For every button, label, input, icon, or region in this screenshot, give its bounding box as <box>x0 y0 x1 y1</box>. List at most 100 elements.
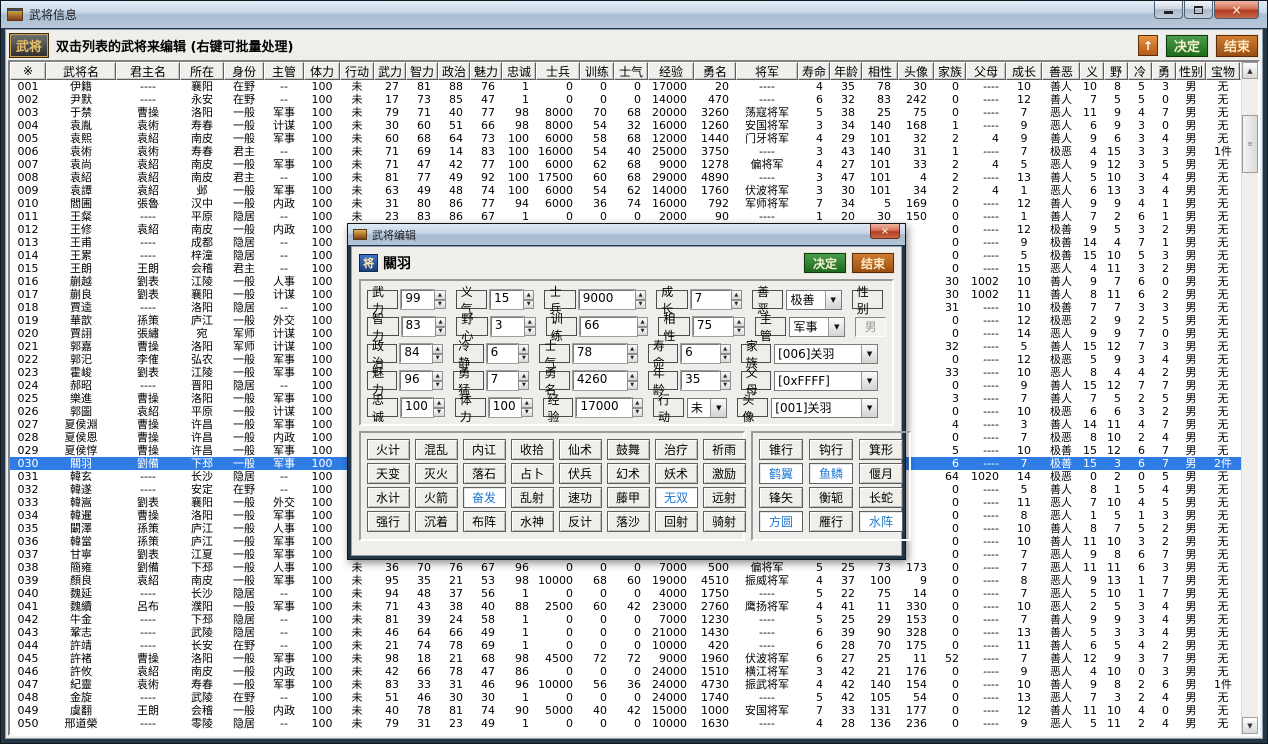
combo-arrow-icon[interactable]: ▼ <box>861 345 877 363</box>
table-row[interactable]: 011王粲----平原隐居--100未238386671000200090---… <box>10 210 1241 223</box>
formation-button[interactable]: 水阵 <box>859 511 903 532</box>
column-header[interactable]: 相性 <box>862 62 898 80</box>
stat-input[interactable]: 9000 <box>579 290 635 309</box>
skill-button[interactable]: 内讧 <box>463 439 506 460</box>
spin-up-button[interactable]: ▲ <box>518 371 529 381</box>
table-row[interactable]: 047紀靈袁術寿春一般军事100未83333146961000056362400… <box>10 678 1241 691</box>
combo-box[interactable]: [001]关羽▼ <box>771 398 878 418</box>
skill-button[interactable]: 治疗 <box>655 439 698 460</box>
skill-button[interactable]: 激励 <box>703 463 746 484</box>
skill-button[interactable]: 无双 <box>655 487 698 508</box>
skill-button[interactable]: 藤甲 <box>607 487 650 508</box>
spin-down-button[interactable]: ▼ <box>720 354 731 364</box>
stat-input[interactable]: 66 <box>580 317 636 336</box>
stat-input[interactable]: 35 <box>681 371 720 390</box>
spin-down-button[interactable]: ▼ <box>627 354 638 364</box>
spin-down-button[interactable]: ▼ <box>434 300 446 310</box>
spin-up-button[interactable]: ▲ <box>435 317 447 327</box>
skill-button[interactable]: 天变 <box>367 463 410 484</box>
column-header[interactable]: 勇 <box>1152 62 1176 80</box>
spin-up-button[interactable]: ▲ <box>521 398 532 408</box>
spin-up-button[interactable]: ▲ <box>432 371 443 381</box>
combo-arrow-icon[interactable]: ▼ <box>861 399 877 417</box>
spin-down-button[interactable]: ▼ <box>518 381 529 391</box>
table-row[interactable]: 050邢道榮----零陵隐居--100未79312349100010000163… <box>10 717 1241 730</box>
column-header[interactable]: 父母 <box>966 62 1006 80</box>
skill-button[interactable]: 反计 <box>559 511 602 532</box>
table-row[interactable]: 049虞翻王朗会稽一般内政100未40788174905000404215000… <box>10 704 1241 717</box>
stat-input[interactable]: 96 <box>400 371 432 390</box>
column-header[interactable]: 主管 <box>264 62 304 80</box>
column-header[interactable]: 年龄 <box>830 62 862 80</box>
table-row[interactable]: 009袁譚袁紹邺一般军事100未634948741006000546214000… <box>10 184 1241 197</box>
spin-down-button[interactable]: ▼ <box>733 327 745 337</box>
stat-input[interactable]: 4260 <box>573 371 627 390</box>
skill-button[interactable]: 混乱 <box>415 439 458 460</box>
spin-down-button[interactable]: ▼ <box>635 300 647 310</box>
up-button[interactable]: ↑ <box>1138 35 1158 56</box>
combo-box[interactable]: 极善▼ <box>786 290 841 310</box>
stat-input[interactable]: 75 <box>693 317 733 336</box>
skill-button[interactable]: 落石 <box>463 463 506 484</box>
end-button[interactable]: 结束 <box>1216 35 1258 57</box>
spin-down-button[interactable]: ▼ <box>433 408 444 418</box>
spin-down-button[interactable]: ▼ <box>521 408 532 418</box>
dialog-close-button[interactable]: × <box>870 224 900 239</box>
column-header[interactable]: 家族 <box>934 62 966 80</box>
column-header[interactable]: 宝物 <box>1206 62 1240 80</box>
skill-button[interactable]: 幻术 <box>607 463 650 484</box>
combo-arrow-icon[interactable]: ▼ <box>825 291 841 309</box>
spin-up-button[interactable]: ▲ <box>523 290 535 300</box>
stat-input[interactable]: 17000 <box>576 398 631 417</box>
spin-up-button[interactable]: ▲ <box>632 398 643 408</box>
spin-down-button[interactable]: ▼ <box>435 327 447 337</box>
stat-input[interactable]: 7 <box>487 371 519 390</box>
stat-input[interactable]: 6 <box>487 344 519 363</box>
column-header[interactable]: 经验 <box>648 62 694 80</box>
spin-up-button[interactable]: ▲ <box>518 344 529 354</box>
table-row[interactable]: 010閻圃張魯汉中一般内政100未31808677946000367416000… <box>10 197 1241 210</box>
spin-up-button[interactable]: ▲ <box>524 317 536 327</box>
table-row[interactable]: 002尹默----永安在野--100未17738547100014000470-… <box>10 93 1241 106</box>
table-row[interactable]: 040魏延----长沙隐居--100未94483756100040001750-… <box>10 587 1241 600</box>
column-header[interactable]: 士气 <box>614 62 648 80</box>
formation-button[interactable]: 锋矢 <box>759 487 803 508</box>
spin-down-button[interactable]: ▼ <box>627 381 638 391</box>
table-row[interactable]: 003于禁曹操洛阳一般军事100未79714077988000706820000… <box>10 106 1241 119</box>
spin-down-button[interactable]: ▼ <box>432 381 443 391</box>
stat-input[interactable]: 84 <box>400 344 432 363</box>
close-button[interactable]: × <box>1214 1 1259 19</box>
column-header[interactable]: 义 <box>1080 62 1104 80</box>
formation-button[interactable]: 箕形 <box>859 439 903 460</box>
spin-down-button[interactable]: ▼ <box>518 354 529 364</box>
spin-down-button[interactable]: ▼ <box>632 408 643 418</box>
stat-input[interactable]: 6 <box>681 344 720 363</box>
combo-arrow-icon[interactable]: ▼ <box>861 372 877 390</box>
skill-button[interactable]: 鼓舞 <box>607 439 650 460</box>
column-header[interactable]: 武将名 <box>46 62 116 80</box>
stat-input[interactable]: 100 <box>401 398 433 417</box>
column-header[interactable]: 冷 <box>1128 62 1152 80</box>
skill-button[interactable]: 火计 <box>367 439 410 460</box>
stat-input[interactable]: 99 <box>401 290 434 309</box>
spin-down-button[interactable]: ▼ <box>731 300 743 310</box>
stat-input[interactable]: 15 <box>490 290 523 309</box>
spin-up-button[interactable]: ▲ <box>637 317 649 327</box>
table-row[interactable]: 001伊籍----襄阳在野--100未2781887610001700020--… <box>10 80 1241 93</box>
skill-button[interactable]: 水计 <box>367 487 410 508</box>
confirm-button[interactable]: 决定 <box>1166 35 1208 57</box>
column-header[interactable]: 善恶 <box>1042 62 1080 80</box>
table-row[interactable]: 044許靖----长安在野--100未21747869100010000420-… <box>10 639 1241 652</box>
formation-button[interactable]: 偃月 <box>859 463 903 484</box>
spin-up-button[interactable]: ▲ <box>635 290 647 300</box>
maximize-button[interactable] <box>1184 1 1213 19</box>
combo-arrow-icon[interactable]: ▼ <box>828 318 844 336</box>
table-row[interactable]: 005袁熙袁紹南皮一般军事100未60686473100600058681200… <box>10 132 1241 145</box>
column-header[interactable]: 头像 <box>898 62 934 80</box>
skill-button[interactable]: 水神 <box>511 511 554 532</box>
column-header[interactable]: 勇名 <box>694 62 736 80</box>
column-header[interactable]: ※ <box>10 62 46 80</box>
stat-input[interactable]: 100 <box>489 398 521 417</box>
spin-up-button[interactable]: ▲ <box>731 290 743 300</box>
formation-button[interactable]: 雁行 <box>809 511 853 532</box>
